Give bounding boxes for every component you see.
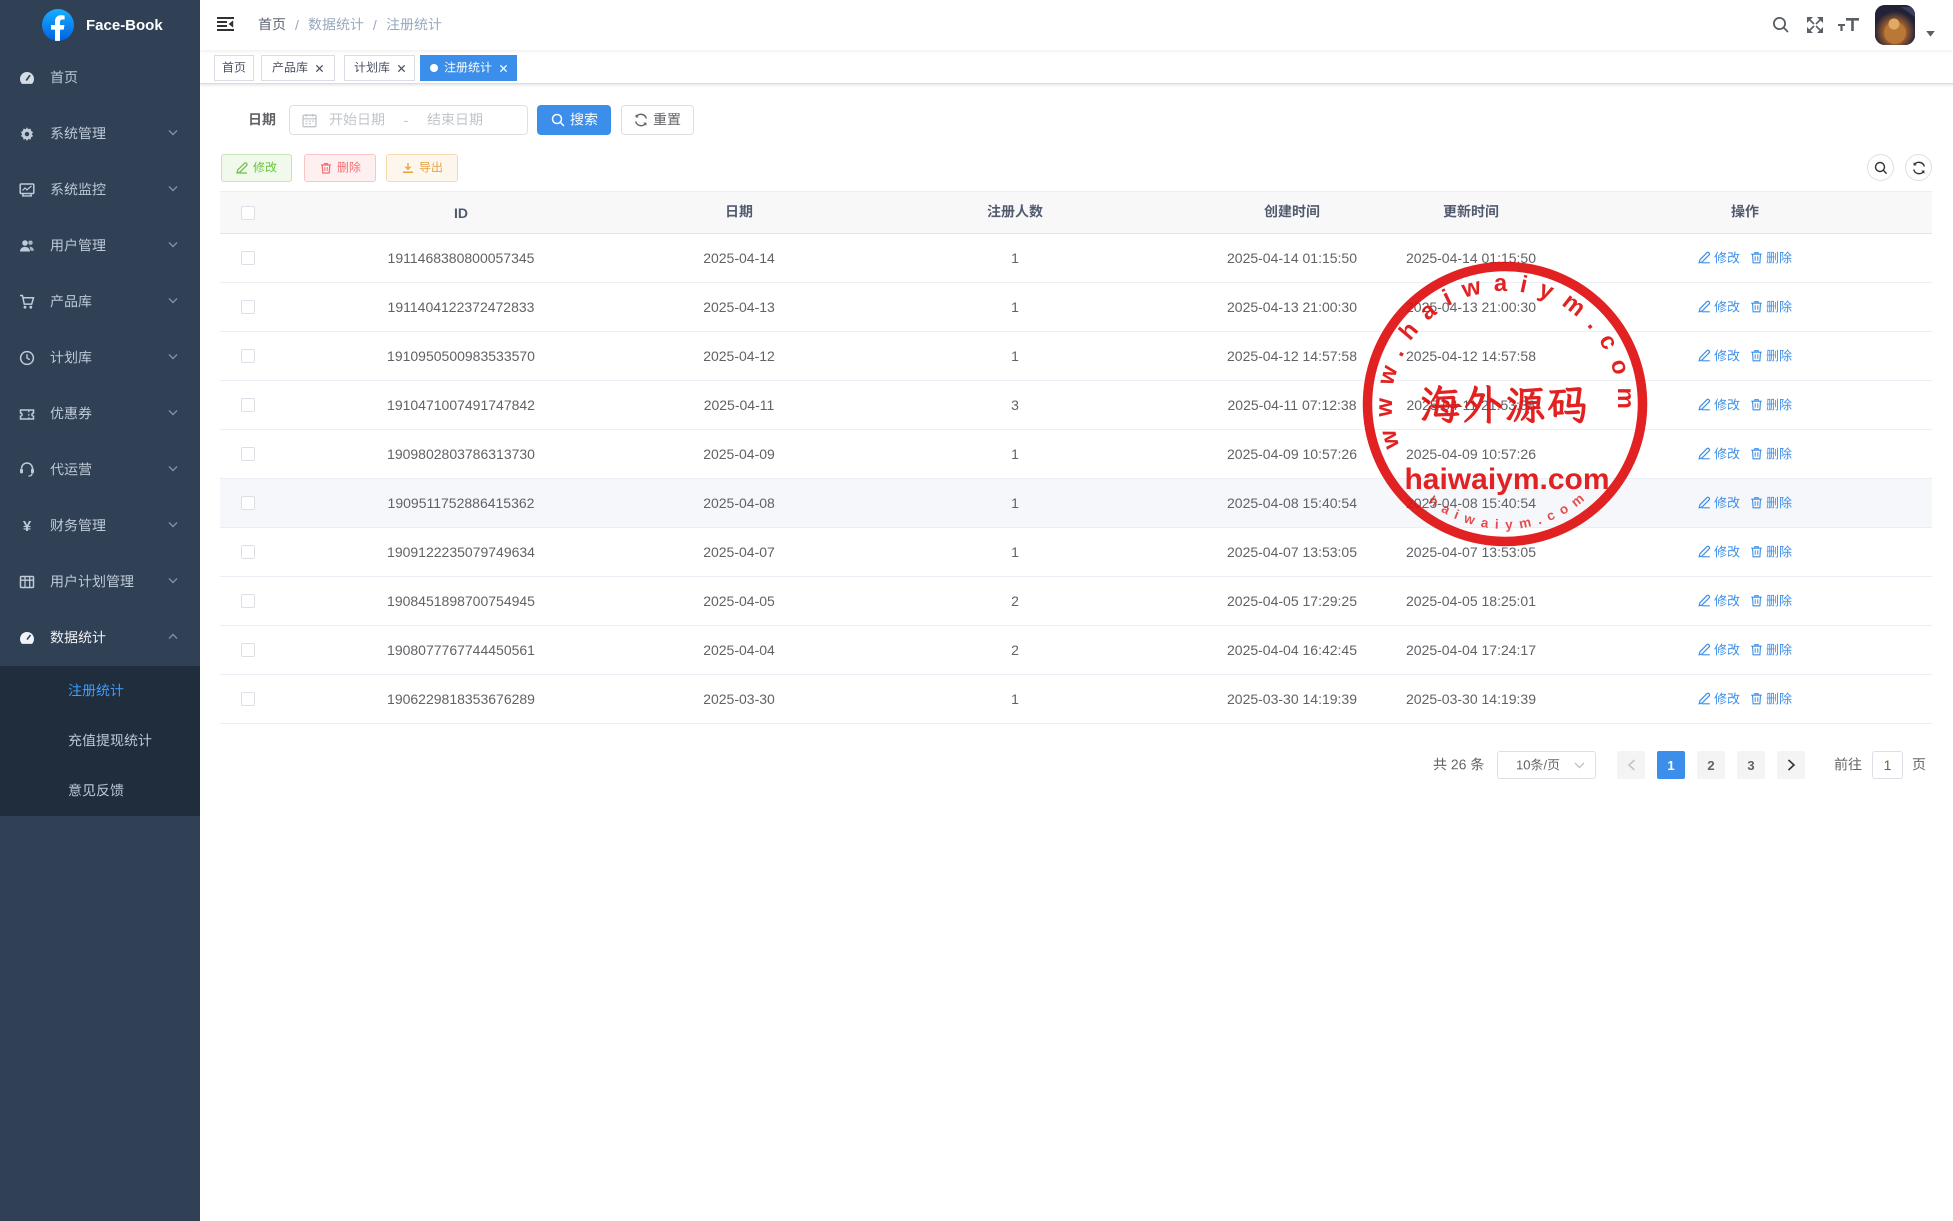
- svg-text:¥: ¥: [23, 518, 32, 534]
